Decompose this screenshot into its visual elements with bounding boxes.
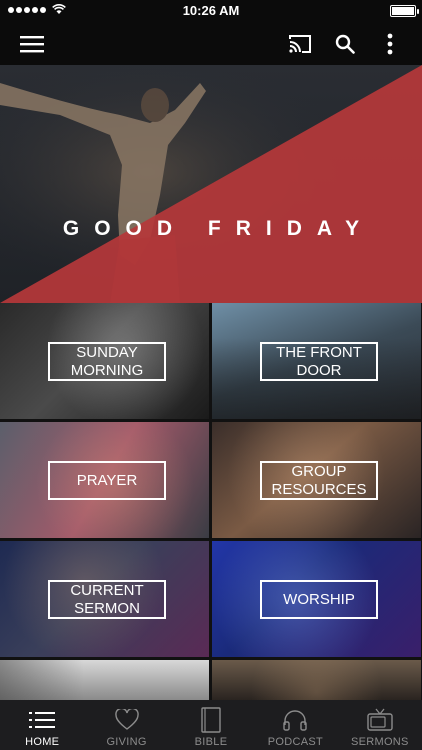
tile-sunday-morning[interactable]: SUNDAY MORNING [0,303,209,419]
more-vertical-icon[interactable] [374,28,406,60]
heart-icon [114,705,139,735]
tile-current-sermon[interactable]: CURRENT SERMON [0,541,209,657]
list-icon [29,705,56,735]
tab-home[interactable]: HOME [0,700,84,750]
tile-label: WORSHIP [260,580,378,619]
tab-bible[interactable]: BIBLE [169,700,253,750]
tile-photo [0,660,209,700]
tab-podcast[interactable]: PODCAST [253,700,337,750]
status-bar: 10:26 AM [0,0,422,22]
hero-background [0,65,422,303]
tab-giving[interactable]: GIVING [84,700,168,750]
tile-label: GROUP RESOURCES [260,461,378,500]
headphones-icon [282,705,308,735]
tv-icon [367,705,393,735]
section-grid: SUNDAY MORNING THE FRONT DOOR PRAYER GRO… [0,303,422,700]
tile-partial-left[interactable] [0,660,209,700]
tile-label: CURRENT SERMON [48,580,166,619]
tile-group-resources[interactable]: GROUP RESOURCES [212,422,421,538]
hero-banner[interactable]: GOOD FRIDAY [0,65,422,303]
tile-prayer[interactable]: PRAYER [0,422,209,538]
tile-label: PRAYER [48,461,166,500]
tile-worship[interactable]: WORSHIP [212,541,421,657]
battery-icon [390,5,419,17]
status-time: 10:26 AM [182,3,240,18]
cast-icon[interactable] [284,28,316,60]
tab-label: PODCAST [267,736,324,748]
tab-label: HOME [25,736,60,748]
tab-label: BIBLE [194,736,228,748]
book-icon [201,705,221,735]
tile-photo [212,660,421,700]
app-bar [0,22,422,65]
tab-label: SERMONS [350,736,409,748]
tab-sermons[interactable]: SERMONS [338,700,422,750]
tile-front-door[interactable]: THE FRONT DOOR [212,303,421,419]
search-icon[interactable] [329,28,361,60]
tab-label: GIVING [106,736,147,748]
hero-title: GOOD FRIDAY [62,217,375,240]
tile-label: SUNDAY MORNING [48,342,166,381]
tile-partial-right[interactable] [212,660,421,700]
hamburger-menu-icon[interactable] [16,28,48,60]
tile-label: THE FRONT DOOR [260,342,378,381]
bottom-tab-bar: HOME GIVING BIBLE PODCAST SERMONS [0,700,422,750]
